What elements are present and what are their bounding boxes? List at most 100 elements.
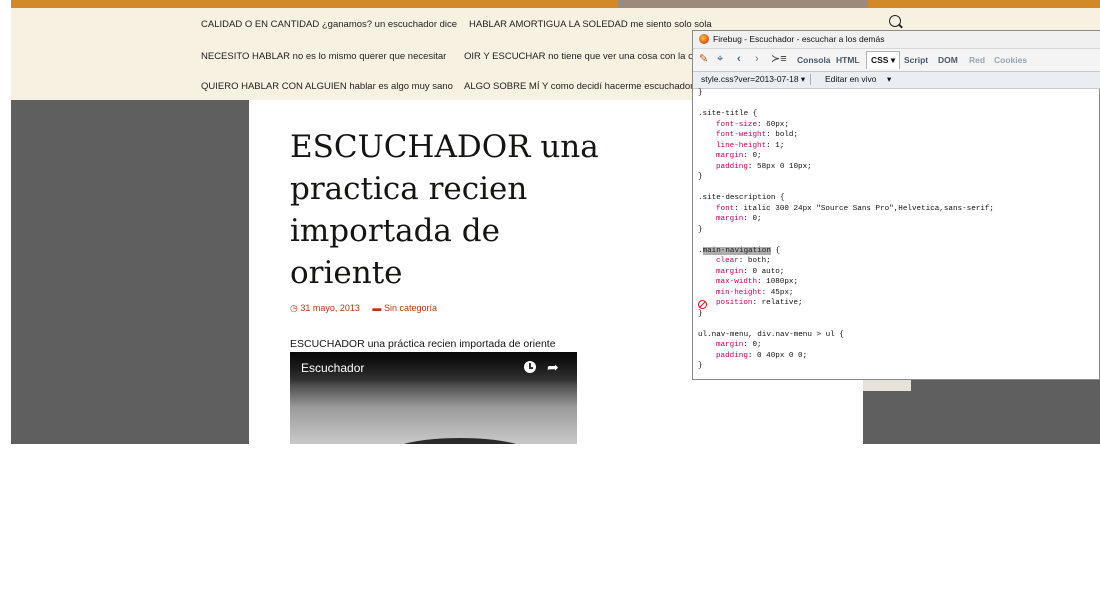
css-property[interactable]: padding xyxy=(716,163,748,171)
css-property[interactable]: font-weight xyxy=(716,131,766,139)
nav-item-hablar-amortigua[interactable]: HABLAR AMORTIGUA LA SOLEDAD me siento so… xyxy=(469,19,712,30)
live-edit-dropdown[interactable]: ▾ xyxy=(887,74,891,85)
css-selector: .main-navigation { xyxy=(698,246,781,255)
css-value[interactable]: 0; xyxy=(752,152,761,160)
nav-item-oir-y-escuchar[interactable]: OIR Y ESCUCHAR no tiene que ver una cosa… xyxy=(464,51,704,62)
css-value[interactable]: relative; xyxy=(762,299,803,307)
css-colon: : xyxy=(747,162,758,171)
nav-item-algo-sobre-mi[interactable]: ALGO SOBRE MÍ Y como decidí hacerme escu… xyxy=(464,81,693,92)
css-declaration: min-height: 45px; xyxy=(716,289,794,297)
inspect-icon[interactable]: ⌖ xyxy=(717,53,723,65)
css-declaration: font: italic 300 24px "Source Sans Pro",… xyxy=(716,205,994,213)
left-background xyxy=(11,100,249,444)
firebug-toolbar: ✎ ⌖ ‹ › ≻≡ Consola HTML CSS ▾ Script DOM… xyxy=(693,49,1100,72)
firebug-window-title: Firebug - Escuchador - escuchar a los de… xyxy=(713,34,885,44)
tab-css[interactable]: CSS ▾ xyxy=(866,51,901,69)
css-declaration: margin: 0; xyxy=(716,341,762,349)
css-declaration: position: relative; xyxy=(716,299,803,307)
css-value[interactable]: 58px 0 10px; xyxy=(757,163,812,171)
css-property[interactable]: font xyxy=(716,205,734,213)
css-property[interactable]: position xyxy=(716,299,752,307)
header-image-strip xyxy=(11,0,1100,8)
css-colon: : xyxy=(757,278,767,286)
css-selector-dot: . xyxy=(698,246,703,255)
share-icon[interactable]: ➦ xyxy=(547,360,563,374)
right-background-edge xyxy=(863,380,911,391)
tab-red[interactable]: Red xyxy=(969,55,985,65)
css-property[interactable]: margin xyxy=(716,341,743,349)
disabled-property-icon[interactable] xyxy=(698,300,707,309)
css-declaration: padding: 0 40px 0 0; xyxy=(716,352,807,360)
post-text: ESCUCHADOR una práctica recien importada… xyxy=(290,338,556,350)
post-date-text[interactable]: 31 mayo, 2013 xyxy=(300,303,360,313)
css-value[interactable]: 60px; xyxy=(766,121,789,129)
firebug-panel: Firebug - Escuchador - escuchar a los de… xyxy=(692,30,1100,380)
css-value[interactable]: 0 40px 0 0; xyxy=(757,352,807,360)
css-declaration: font-size: 60px; xyxy=(716,121,789,129)
tab-html[interactable]: HTML xyxy=(836,55,860,65)
css-declaration: max-width: 1080px; xyxy=(716,278,798,286)
css-value[interactable]: 0; xyxy=(752,215,761,223)
css-text: } xyxy=(698,225,703,234)
tab-cookies[interactable]: Cookies xyxy=(994,55,1027,65)
css-text: .site-title { xyxy=(698,110,758,118)
css-declaration: margin: 0; xyxy=(716,152,762,160)
css-colon: : xyxy=(734,204,744,213)
css-value[interactable]: 45px; xyxy=(771,289,794,297)
tab-consola[interactable]: Consola xyxy=(797,55,831,65)
css-value[interactable]: 1080px; xyxy=(766,278,798,286)
css-value[interactable]: both; xyxy=(748,257,771,265)
live-edit-button[interactable]: Editar en vivo xyxy=(825,74,877,84)
css-property[interactable]: margin xyxy=(716,268,743,276)
watch-later-icon[interactable] xyxy=(524,361,536,373)
css-value[interactable]: 1; xyxy=(775,142,784,150)
nav-item-necesito-hablar[interactable]: NECESITO HABLAR no es lo mismo querer qu… xyxy=(201,51,446,62)
search-icon[interactable] xyxy=(889,15,901,27)
firebug-css-subbar: style.css?ver=2013-07-18 ▾ Editar en viv… xyxy=(693,72,1100,89)
css-colon: : xyxy=(766,131,776,139)
forward-icon[interactable]: › xyxy=(755,53,759,65)
css-text: } xyxy=(698,309,703,318)
post-date[interactable]: ◷ 31 mayo, 2013 xyxy=(290,303,360,313)
video-title[interactable]: Escuchador xyxy=(301,361,364,375)
post-title[interactable]: ESCUCHADOR una practica recien importada… xyxy=(290,126,620,294)
css-property[interactable]: clear xyxy=(716,257,739,265)
back-icon[interactable]: ‹ xyxy=(737,53,741,65)
css-value[interactable]: 0 auto; xyxy=(752,268,784,276)
video-frame-subject xyxy=(390,438,530,444)
css-declaration: padding: 58px 0 10px; xyxy=(716,163,812,171)
css-colon: : xyxy=(757,120,767,129)
tab-script[interactable]: Script xyxy=(904,55,928,65)
subbar-separator xyxy=(810,74,811,85)
css-declaration: clear: both; xyxy=(716,257,771,265)
css-text: } xyxy=(698,362,703,370)
nav-item-quiero-hablar[interactable]: QUIERO HABLAR CON ALGUIEN hablar es algo… xyxy=(201,81,453,92)
css-declaration: margin: 0; xyxy=(716,215,762,223)
header-photo xyxy=(618,0,868,8)
css-property[interactable]: margin xyxy=(716,215,743,223)
stylesheet-select[interactable]: style.css?ver=2013-07-18 ▾ xyxy=(701,74,805,85)
firebug-bug-icon[interactable]: ✎ xyxy=(699,53,708,65)
css-value[interactable]: bold; xyxy=(775,131,798,139)
css-brace: { xyxy=(770,246,781,255)
css-property[interactable]: line-height xyxy=(716,142,766,150)
css-value[interactable]: 0; xyxy=(752,341,761,349)
post-category-text[interactable]: Sin categoría xyxy=(384,303,437,313)
css-value[interactable]: italic 300 24px "Source Sans Pro",Helvet… xyxy=(743,205,994,213)
css-property[interactable]: margin xyxy=(716,152,743,160)
css-property[interactable]: padding xyxy=(716,352,748,360)
tab-dom[interactable]: DOM xyxy=(938,55,958,65)
command-line-icon[interactable]: ≻≡ xyxy=(771,53,787,65)
post-category[interactable]: ▬ Sin categoría xyxy=(372,303,437,313)
css-declaration: line-height: 1; xyxy=(716,142,784,150)
css-declaration: font-weight: bold; xyxy=(716,131,798,139)
video-player[interactable]: Escuchador ➦ xyxy=(290,352,577,444)
css-source-view[interactable]: } .site-title {font-size: 60px; font-weigh… xyxy=(693,88,1100,380)
nav-item-calidad[interactable]: CALIDAD O EN CANTIDAD ¿ganamos? un escuc… xyxy=(201,19,457,30)
css-text: } xyxy=(698,89,703,97)
firebug-titlebar[interactable]: Firebug - Escuchador - escuchar a los de… xyxy=(693,31,1100,49)
css-property[interactable]: max-width xyxy=(716,278,757,286)
css-property[interactable]: min-height xyxy=(716,289,762,297)
css-property[interactable]: font-size xyxy=(716,121,757,129)
highlighted-selector[interactable]: main-navigation xyxy=(702,246,771,255)
